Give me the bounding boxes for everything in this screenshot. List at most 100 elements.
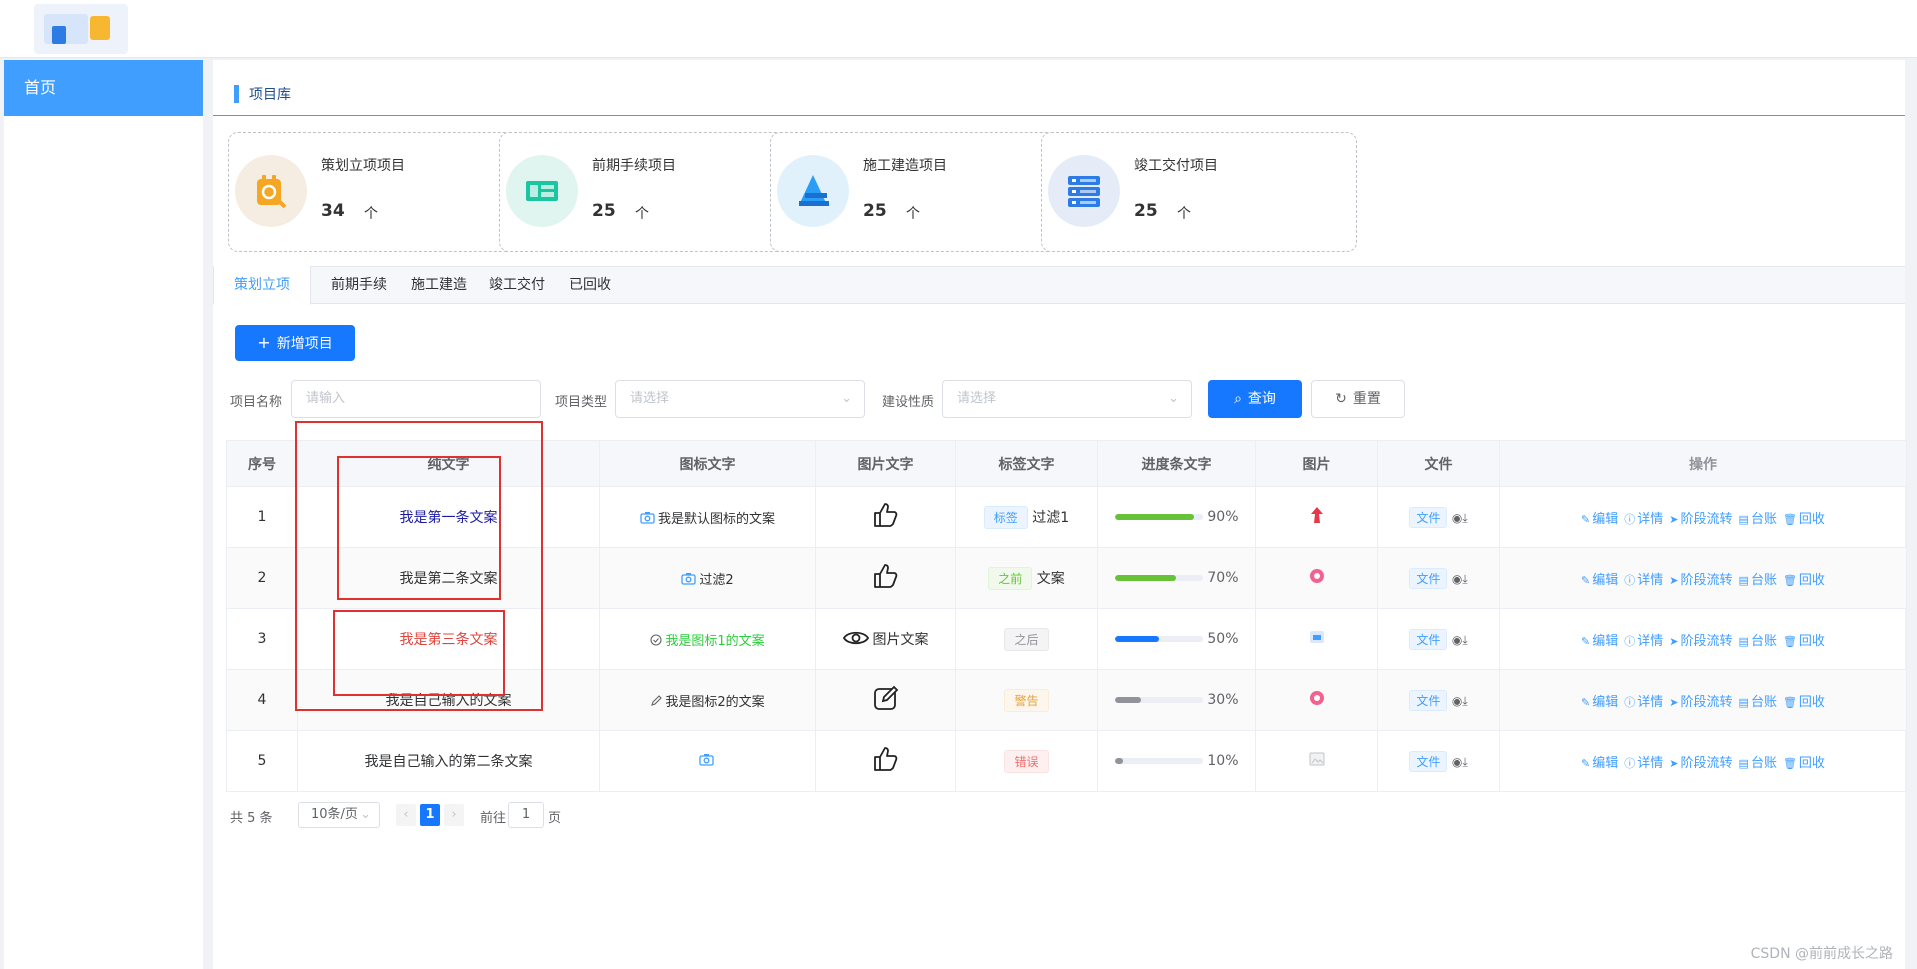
cell-image[interactable] [1255, 547, 1378, 609]
cell-file: 文件 ◉⤓ [1377, 669, 1500, 731]
stage-transfer-action[interactable]: ➤ 阶段流转 [1669, 512, 1732, 527]
top-header [0, 0, 1917, 58]
blueprint-icon [506, 155, 578, 227]
file-tag[interactable]: 文件 [1409, 567, 1448, 589]
recycle-action[interactable]: 🗑 回收 [1783, 634, 1825, 649]
download-icon[interactable]: ⤓ [1462, 572, 1467, 586]
reset-button[interactable]: ↻ 重置 [1311, 380, 1405, 418]
ledger-action[interactable]: ▤ 台账 [1739, 634, 1777, 649]
cell-image-text [815, 486, 956, 548]
cell-image[interactable] [1255, 486, 1378, 548]
stage-transfer-action[interactable]: ➤ 阶段流转 [1669, 695, 1732, 710]
circle-image[interactable] [1308, 569, 1326, 589]
recycle-action[interactable]: 🗑 回收 [1783, 695, 1825, 710]
edit-action[interactable]: ✎ 编辑 [1581, 634, 1618, 649]
eye-icon[interactable]: ◉ [1452, 694, 1462, 708]
download-icon[interactable]: ⤓ [1462, 755, 1467, 769]
app-logo[interactable] [34, 4, 128, 54]
cell-tag-text: 警告 [955, 669, 1098, 731]
trash-icon: 🗑 [1782, 512, 1797, 526]
circle-image[interactable] [1308, 691, 1326, 711]
thumbs-up-icon [872, 747, 900, 777]
cell-icon-text: 我是图标1的文案 [599, 608, 816, 670]
prev-page-button[interactable]: ‹ [396, 804, 416, 826]
download-icon[interactable]: ⤓ [1462, 633, 1467, 647]
add-project-button[interactable]: + 新增项目 [235, 325, 355, 361]
project-name-input[interactable]: 请输入 [291, 380, 541, 418]
edit-action[interactable]: ✎ 编辑 [1581, 573, 1618, 588]
card-plan[interactable]: 策划立项项目 34 个 [228, 132, 544, 252]
ledger-action[interactable]: ▤ 台账 [1739, 512, 1777, 527]
tab-plan[interactable]: 策划立项 [213, 266, 311, 305]
send-icon: ➤ [1669, 756, 1679, 770]
total-count: 共 5 条 [230, 811, 273, 826]
card-completion[interactable]: 竣工交付项目 25 个 [1041, 132, 1357, 252]
detail-action[interactable]: ⓘ 详情 [1624, 512, 1663, 527]
ledger-action[interactable]: ▤ 台账 [1739, 756, 1777, 771]
file-tag[interactable]: 文件 [1409, 689, 1448, 711]
sidebar-item-home[interactable]: 首页 [4, 60, 203, 116]
cell-image-text [815, 547, 956, 609]
cell-progress: 30% [1097, 669, 1256, 731]
arrow-up-image[interactable] [1308, 507, 1326, 528]
picture-image[interactable] [1308, 631, 1326, 650]
edit-icon: ✎ [1581, 512, 1591, 526]
file-tag[interactable]: 文件 [1409, 628, 1448, 650]
edit-icon [873, 685, 899, 715]
project-type-select[interactable]: 请选择 ⌄ [615, 380, 865, 418]
ledger-action[interactable]: ▤ 台账 [1739, 695, 1777, 710]
edit-action[interactable]: ✎ 编辑 [1581, 695, 1618, 710]
tab-recycled[interactable]: 已回收 [549, 266, 631, 305]
type-filter-label: 项目类型 [555, 395, 608, 410]
next-page-button[interactable]: › [444, 804, 464, 826]
edit-action[interactable]: ✎ 编辑 [1581, 512, 1618, 527]
card-name: 施工建造项目 [863, 158, 947, 174]
eye-icon[interactable]: ◉ [1452, 633, 1462, 647]
eye-icon[interactable]: ◉ [1452, 755, 1462, 769]
ledger-action[interactable]: ▤ 台账 [1739, 573, 1777, 588]
info-icon: ⓘ [1624, 573, 1636, 587]
detail-action[interactable]: ⓘ 详情 [1624, 756, 1663, 771]
plus-icon: + [257, 333, 271, 352]
cell-image[interactable] [1255, 669, 1378, 731]
construction-nature-select[interactable]: 请选择 ⌄ [942, 380, 1192, 418]
camera-icon [698, 754, 717, 769]
stage-transfer-action[interactable]: ➤ 阶段流转 [1669, 634, 1732, 649]
status-tag: 之前 [988, 566, 1033, 590]
cell-file: 文件 ◉⤓ [1377, 608, 1500, 670]
cell-image[interactable] [1255, 608, 1378, 670]
card-construction[interactable]: 施工建造项目 25 个 [770, 132, 1086, 252]
recycle-action[interactable]: 🗑 回收 [1783, 756, 1825, 771]
page-1-button[interactable]: 1 [420, 804, 440, 826]
recycle-action[interactable]: 🗑 回收 [1783, 512, 1825, 527]
file-tag[interactable]: 文件 [1409, 750, 1448, 772]
download-icon[interactable]: ⤓ [1462, 694, 1467, 708]
detail-action[interactable]: ⓘ 详情 [1624, 573, 1663, 588]
stage-transfer-action[interactable]: ➤ 阶段流转 [1669, 573, 1732, 588]
recycle-action[interactable]: 🗑 回收 [1783, 573, 1825, 588]
send-icon: ➤ [1669, 512, 1679, 526]
query-button[interactable]: ⌕ 查询 [1208, 380, 1302, 418]
card-name: 竣工交付项目 [1134, 158, 1218, 174]
eye-icon[interactable]: ◉ [1452, 572, 1462, 586]
page-unit-label: 页 [548, 811, 562, 826]
progress-bar [1114, 758, 1203, 764]
detail-action[interactable]: ⓘ 详情 [1624, 634, 1663, 649]
download-icon[interactable]: ⤓ [1462, 511, 1467, 525]
status-tag: 警告 [1004, 688, 1049, 712]
goto-page-input[interactable]: 1 [508, 802, 544, 828]
tab-bar: 策划立项 前期手续 施工建造 竣工交付 已回收 [213, 266, 1905, 305]
card-preliminary[interactable]: 前期手续项目 25 个 [499, 132, 815, 252]
eye-icon[interactable]: ◉ [1452, 511, 1462, 525]
edit-action[interactable]: ✎ 编辑 [1581, 756, 1618, 771]
trash-icon: 🗑 [1782, 756, 1797, 770]
page-size-select[interactable]: 10条/页 ⌄ [298, 802, 380, 828]
cell-image[interactable] [1255, 730, 1378, 792]
file-tag[interactable]: 文件 [1409, 506, 1448, 528]
stage-transfer-action[interactable]: ➤ 阶段流转 [1669, 756, 1732, 771]
camera-icon [640, 511, 658, 527]
document-icon: ▤ [1738, 512, 1749, 526]
cell-tag-text: 错误 [955, 730, 1098, 792]
placeholder-image[interactable] [1308, 752, 1326, 772]
detail-action[interactable]: ⓘ 详情 [1624, 695, 1663, 710]
